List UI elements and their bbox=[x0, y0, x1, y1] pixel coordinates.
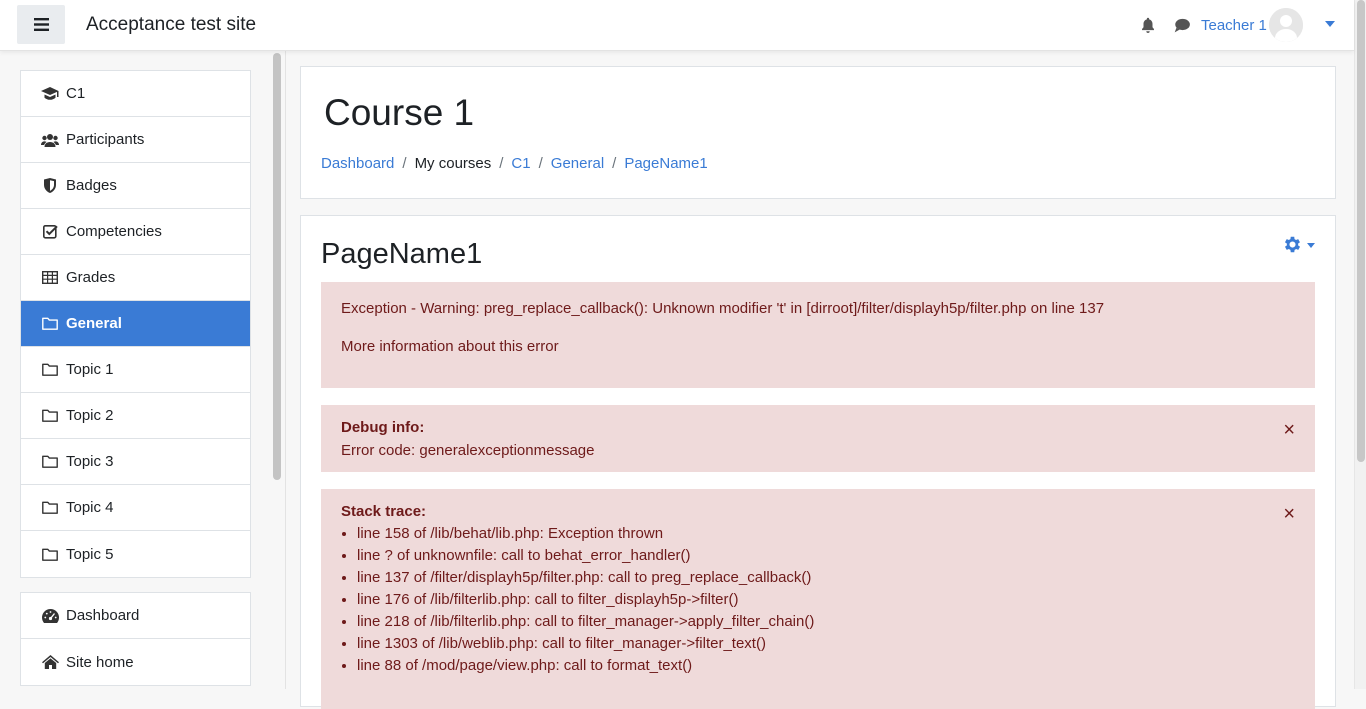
breadcrumb-separator: / bbox=[402, 155, 407, 172]
sidebar-item-competencies[interactable]: Competencies bbox=[21, 209, 250, 255]
stack-trace-line: line 137 of /filter/displayh5p/filter.ph… bbox=[357, 567, 814, 589]
breadcrumb-item[interactable]: C1 bbox=[511, 155, 530, 172]
stack-title: Stack trace: bbox=[341, 503, 427, 520]
nav-item-label: Topic 2 bbox=[66, 407, 114, 424]
nav-item-label: C1 bbox=[66, 85, 86, 102]
table-icon bbox=[41, 270, 59, 286]
sidebar-item-site-home[interactable]: Site home bbox=[21, 639, 250, 685]
site-name[interactable]: Acceptance test site bbox=[86, 14, 256, 36]
nav-item-label: Topic 3 bbox=[66, 453, 114, 470]
drawer-scrollbar-thumb[interactable] bbox=[273, 53, 281, 480]
folder-icon bbox=[41, 454, 59, 470]
menu-icon bbox=[33, 18, 49, 31]
sidebar-item-badges[interactable]: Badges bbox=[21, 163, 250, 209]
close-icon[interactable]: × bbox=[1283, 420, 1295, 440]
stack-trace-line: line 88 of /mod/page/view.php: call to f… bbox=[357, 655, 814, 677]
nav-item-label: Topic 4 bbox=[66, 499, 114, 516]
home-icon bbox=[41, 654, 59, 670]
chevron-down-icon[interactable] bbox=[1325, 21, 1335, 27]
page-scrollbar-thumb[interactable] bbox=[1357, 0, 1365, 462]
chevron-down-icon bbox=[1307, 242, 1315, 248]
stack-trace-list: line 158 of /lib/behat/lib.php: Exceptio… bbox=[341, 523, 814, 677]
breadcrumb-item[interactable]: Dashboard bbox=[321, 155, 394, 172]
stack-trace-alert: Stack trace: × line 158 of /lib/behat/li… bbox=[321, 489, 1315, 709]
dashboard-icon bbox=[41, 608, 59, 624]
page-heading: PageName1 bbox=[321, 238, 483, 270]
folder-icon bbox=[41, 362, 59, 378]
stack-trace-line: line 158 of /lib/behat/lib.php: Exceptio… bbox=[357, 523, 814, 545]
sidebar-item-dashboard[interactable]: Dashboard bbox=[21, 593, 250, 639]
sidebar-item-topic-3[interactable]: Topic 3 bbox=[21, 439, 250, 485]
nav-item-label: Dashboard bbox=[66, 607, 140, 624]
nav-item-label: Grades bbox=[66, 269, 116, 286]
close-icon[interactable]: × bbox=[1283, 504, 1295, 524]
breadcrumb-separator: / bbox=[538, 155, 543, 172]
nav-item-label: Badges bbox=[66, 177, 117, 194]
folder-icon bbox=[41, 316, 59, 332]
top-navbar: Acceptance test site Teacher 1 bbox=[0, 0, 1354, 51]
avatar[interactable] bbox=[1268, 8, 1303, 42]
shield-icon bbox=[41, 178, 59, 194]
sidebar-item-participants[interactable]: Participants bbox=[21, 117, 250, 163]
more-info-text: More information about this error bbox=[341, 338, 559, 355]
nav-item-label: Competencies bbox=[66, 223, 162, 240]
users-icon bbox=[41, 132, 59, 148]
breadcrumb-item: My courses bbox=[414, 155, 492, 172]
menu-button[interactable] bbox=[17, 5, 65, 44]
breadcrumb-item[interactable]: PageName1 bbox=[624, 155, 707, 172]
stack-trace-line: line ? of unknownfile: call to behat_err… bbox=[357, 545, 814, 567]
nav-item-label: Topic 5 bbox=[66, 545, 114, 563]
page-title: Course 1 bbox=[324, 92, 475, 133]
nav-drawer: C1 Participants Badges Competencies Grades Ge… bbox=[0, 51, 286, 689]
nav-item-label: General bbox=[66, 315, 122, 332]
sidebar-item-topic-2[interactable]: Topic 2 bbox=[21, 393, 250, 439]
page-scrollbar[interactable] bbox=[1354, 0, 1366, 689]
bell-icon[interactable] bbox=[1139, 16, 1157, 34]
debug-alert: Debug info: Error code: generalexception… bbox=[321, 405, 1315, 472]
user-menu[interactable]: Teacher 1 bbox=[1201, 8, 1303, 42]
folder-icon bbox=[41, 500, 59, 516]
folder-icon bbox=[41, 408, 59, 424]
nav-item-label: Participants bbox=[66, 131, 145, 148]
check-square-icon bbox=[41, 224, 59, 240]
breadcrumb: Dashboard / My courses / C1 / General / PageName… bbox=[321, 155, 708, 172]
sidebar-item-topic-4[interactable]: Topic 4 bbox=[21, 485, 250, 531]
breadcrumb-item[interactable]: General bbox=[551, 155, 604, 172]
folder-icon bbox=[41, 546, 59, 562]
error-alert: Exception - Warning: preg_replace_callba… bbox=[321, 282, 1315, 388]
debug-title: Debug info: bbox=[341, 419, 425, 436]
nav-item-label: Topic 1 bbox=[66, 361, 114, 378]
sidebar-item-general[interactable]: General bbox=[21, 301, 250, 347]
debug-text: Error code: generalexceptionmessage bbox=[341, 442, 595, 459]
drawer-scrollbar[interactable] bbox=[270, 51, 284, 689]
breadcrumb-separator: / bbox=[499, 155, 504, 172]
user-name[interactable]: Teacher 1 bbox=[1201, 17, 1267, 34]
graduation-cap-icon bbox=[41, 86, 59, 102]
chat-icon[interactable] bbox=[1173, 16, 1191, 34]
error-message: Exception - Warning: preg_replace_callba… bbox=[341, 300, 1105, 317]
breadcrumb-separator: / bbox=[612, 155, 617, 172]
sidebar-item-topic-5[interactable]: Topic 5 bbox=[21, 531, 250, 577]
stack-trace-line: line 1303 of /lib/weblib.php: call to fi… bbox=[357, 633, 814, 655]
site-nav: Dashboard Site home bbox=[20, 592, 251, 686]
settings-menu-button[interactable] bbox=[1282, 233, 1322, 255]
gear-icon bbox=[1284, 236, 1301, 252]
sidebar-item-c1[interactable]: C1 bbox=[21, 71, 250, 117]
nav-item-label: Site home bbox=[66, 653, 134, 671]
sidebar-item-grades[interactable]: Grades bbox=[21, 255, 250, 301]
course-nav: C1 Participants Badges Competencies Grades Ge… bbox=[20, 70, 251, 578]
stack-trace-line: line 176 of /lib/filterlib.php: call to … bbox=[357, 589, 814, 611]
stack-trace-line: line 218 of /lib/filterlib.php: call to … bbox=[357, 611, 814, 633]
sidebar-item-topic-1[interactable]: Topic 1 bbox=[21, 347, 250, 393]
